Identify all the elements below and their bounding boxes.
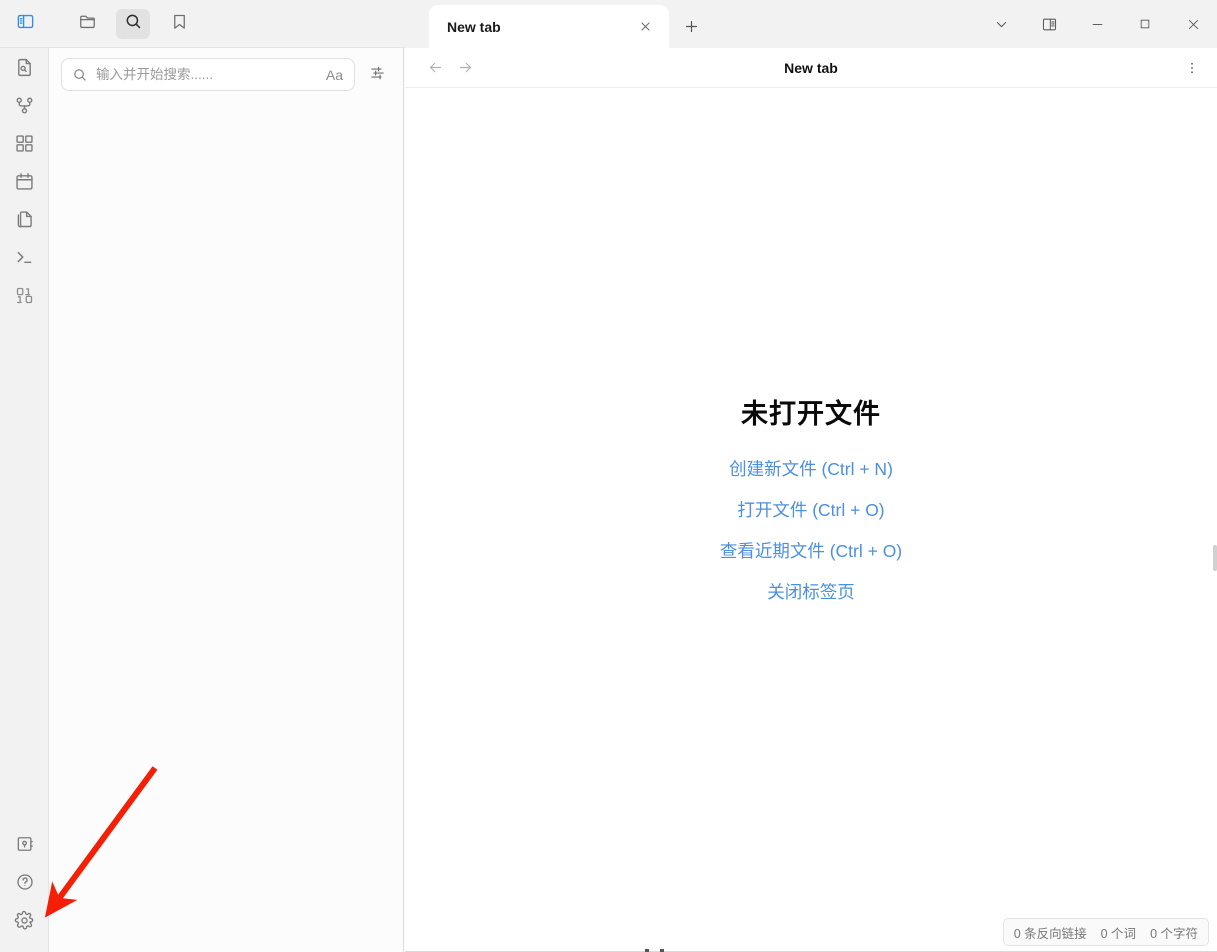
document-more-button[interactable]: [1179, 55, 1205, 81]
arrow-left-icon: [429, 62, 441, 73]
panel-left-icon: [16, 12, 35, 36]
bookmarks-button[interactable]: [162, 9, 196, 39]
vault-icon: [15, 834, 35, 854]
terminal-icon: [14, 247, 35, 268]
match-case-toggle[interactable]: Aa: [324, 68, 345, 82]
file-explorer-button[interactable]: [70, 9, 104, 39]
bookmark-icon: [170, 12, 189, 36]
sliders-icon: [369, 64, 386, 86]
search-row: Aa: [49, 48, 403, 91]
status-char-count[interactable]: 0 个字符: [1150, 923, 1198, 942]
blocks-icon: [14, 133, 35, 154]
status-bar: 0 条反向链接 0 个词 0 个字符: [1002, 918, 1209, 946]
rail-item-graph-view[interactable]: [0, 86, 49, 124]
tab-new-tab[interactable]: New tab: [429, 5, 669, 48]
document-title: New tab: [784, 59, 838, 76]
open-file-link[interactable]: 打开文件 (Ctrl + O): [737, 500, 884, 521]
rail-item-document-search[interactable]: [0, 48, 49, 86]
copy-files-icon: [14, 209, 35, 230]
new-tab-button[interactable]: [675, 5, 707, 48]
rail-item-calendar[interactable]: [0, 162, 49, 200]
more-vertical-icon: [1191, 62, 1193, 73]
rail-item-settings[interactable]: [0, 901, 49, 939]
search-input[interactable]: [96, 67, 316, 82]
file-search-icon: [14, 57, 35, 78]
document-header: New tab: [405, 48, 1217, 88]
gear-icon: [14, 910, 35, 931]
back-button[interactable]: [423, 56, 447, 80]
tab-menu-chevron-button[interactable]: [977, 0, 1025, 48]
minimize-icon: [1092, 23, 1102, 25]
window-controls: [977, 0, 1217, 48]
chevron-down-icon: [996, 21, 1006, 27]
close-icon: [1188, 19, 1198, 29]
search-filter-button[interactable]: [365, 63, 389, 87]
rail-item-templates[interactable]: [0, 200, 49, 238]
rail-item-plugins[interactable]: [0, 124, 49, 162]
close-tab-link[interactable]: 关闭标签页: [767, 582, 855, 603]
search-icon: [124, 12, 143, 36]
vertical-scrollbar-thumb[interactable]: [1213, 545, 1217, 571]
split-view-icon: [1042, 18, 1056, 30]
search-sidebar-panel: Aa: [49, 48, 404, 952]
tab-title: New tab: [447, 18, 501, 35]
sidebar-toolbar: [0, 0, 405, 48]
search-panel-button[interactable]: [116, 8, 150, 39]
search-input-icon: [72, 67, 88, 83]
status-word-count[interactable]: 0 个词: [1101, 923, 1136, 942]
tab-close-icon[interactable]: [635, 17, 655, 37]
plus-icon: [685, 20, 697, 33]
close-window-button[interactable]: [1169, 0, 1217, 48]
create-new-file-link[interactable]: 创建新文件 (Ctrl + N): [729, 459, 893, 480]
toggle-sidebar-button[interactable]: [8, 9, 42, 39]
recent-files-link[interactable]: 查看近期文件 (Ctrl + O): [720, 541, 902, 562]
left-icon-rail: [0, 0, 49, 952]
app-window: Aa New tab: [0, 0, 1217, 952]
graph-icon: [14, 95, 35, 116]
nav-buttons: [405, 56, 477, 80]
main-area: New tab New tab 未打开文件 创建新文件 (Ctrl + N) 打…: [405, 0, 1217, 952]
maximize-icon: [1140, 19, 1150, 29]
binary-icon: [14, 285, 35, 306]
rail-item-help[interactable]: [0, 863, 49, 901]
status-backlinks[interactable]: 0 条反向链接: [1014, 923, 1087, 942]
question-circle-icon: [15, 872, 35, 892]
rail-bottom-group: [0, 825, 49, 939]
split-view-button[interactable]: [1025, 0, 1073, 48]
empty-state-title: 未打开文件: [741, 399, 881, 429]
search-box[interactable]: Aa: [61, 58, 355, 91]
empty-state: 未打开文件 创建新文件 (Ctrl + N) 打开文件 (Ctrl + O) 查…: [405, 88, 1217, 952]
rail-item-code-snippet[interactable]: [0, 276, 49, 314]
tab-bar: New tab: [405, 0, 1217, 48]
maximize-button[interactable]: [1121, 0, 1169, 48]
forward-button[interactable]: [453, 56, 477, 80]
rail-item-terminal[interactable]: [0, 238, 49, 276]
rail-item-vault-switcher[interactable]: [0, 825, 49, 863]
calendar-icon: [14, 171, 35, 192]
arrow-right-icon: [459, 62, 471, 73]
minimize-button[interactable]: [1073, 0, 1121, 48]
folder-icon: [78, 12, 97, 36]
